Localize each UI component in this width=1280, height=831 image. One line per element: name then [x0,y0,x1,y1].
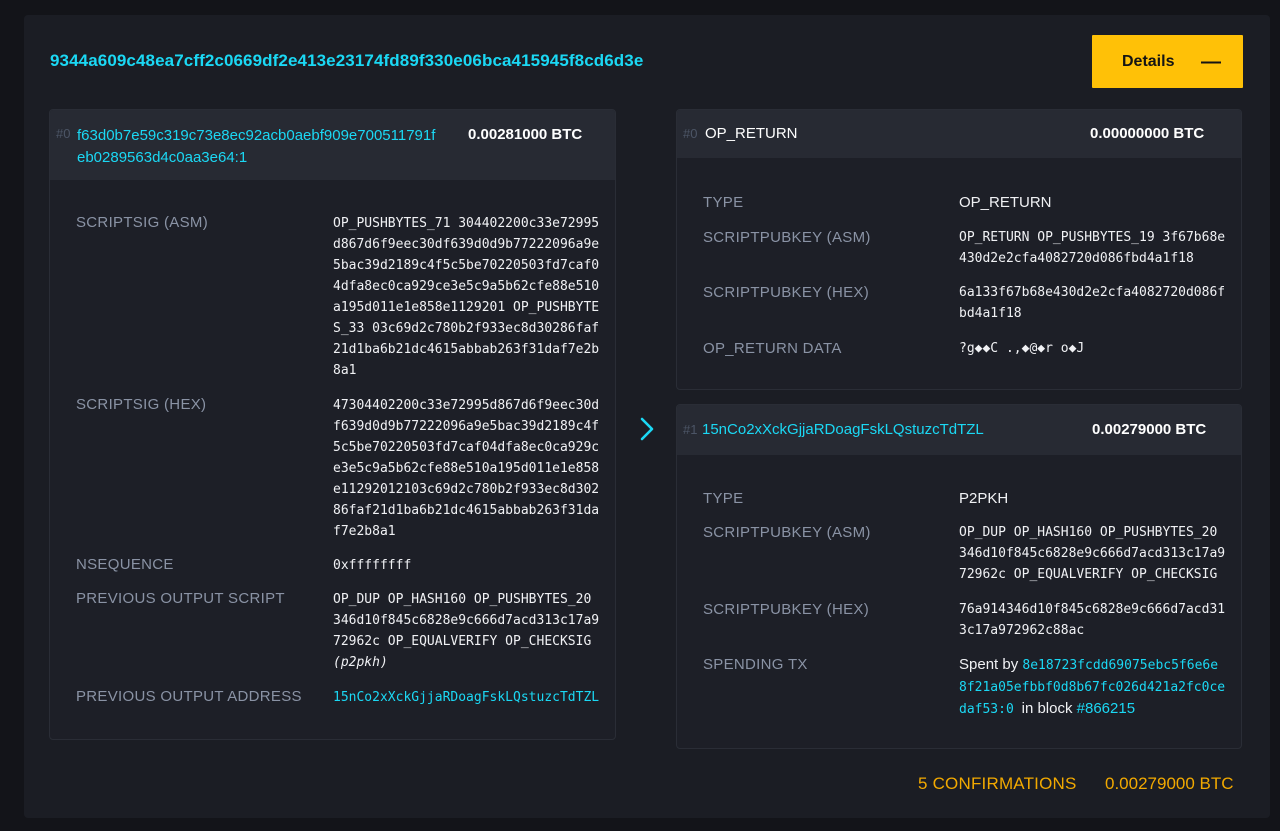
scriptpubkey-hex-value: 76a914346d10f845c6828e9c666d7acd31 3c17a… [959,599,1229,641]
scriptpubkey-asm-value: OP_DUP OP_HASH160 OP_PUSHBYTES_20 346d10… [959,522,1229,585]
code-line: 8a1 [333,363,357,378]
code-line: 6a133f67b68e430d2e2cfa4082720d086f [959,285,1226,300]
spent-by-prefix: Spent by [959,656,1019,673]
code-line: 5c5be70220503fd7caf04dfa8ec0ca929c [333,440,600,455]
output-amount: 0.00000000 BTC [1090,125,1205,142]
total-amount: 0.00279000 BTC [1105,774,1234,793]
input-header: #0 f63d0b7e59c319c73e8ec92acb0aebf909e70… [50,110,615,180]
scriptsig-asm-label: SCRIPTSIG (ASM) [76,214,209,231]
previous-output-address-link[interactable]: 15nCo2xXckGjjaRDoagFskLQstuzcTdTZL [333,687,599,708]
scriptpubkey-asm-label: SCRIPTPUBKEY (ASM) [703,229,871,246]
code-line: 430d2e2cfa4082720d086fbd4a1f18 [959,251,1194,266]
output-index: #1 [683,422,698,437]
code-line: OP_RETURN OP_PUSHBYTES_19 3f67b68e [959,230,1226,245]
minus-icon: — [1201,50,1221,73]
output-amount: 0.00279000 BTC [1092,421,1207,438]
scriptpubkey-hex-label: SCRIPTPUBKEY (HEX) [703,284,869,301]
nsequence-label: NSEQUENCE [76,556,174,573]
previous-output-script-value: OP_DUP OP_HASH160 OP_PUSHBYTES_20 346d10… [333,589,603,673]
details-button-label: Details [1122,52,1175,70]
output-address-link[interactable]: 15nCo2xXckGjjaRDoagFskLQstuzcTdTZL [702,421,984,438]
scriptpubkey-asm-label: SCRIPTPUBKEY (ASM) [703,524,871,541]
scriptpubkey-hex-value: 6a133f67b68e430d2e2cfa4082720d086f bd4a1… [959,282,1229,324]
code-line: OP_DUP OP_HASH160 OP_PUSHBYTES_20 [333,592,592,607]
nsequence-value: 0xffffffff [333,558,412,573]
output-card-p2pkh: #1 15nCo2xXckGjjaRDoagFskLQstuzcTdTZL 0.… [676,404,1242,749]
type-label: TYPE [703,490,744,507]
code-line: 86faf21d1ba6b21dc4615abbab263f31da [333,503,600,518]
scriptsig-hex-label: SCRIPTSIG (HEX) [76,396,207,413]
output-index: #0 [683,126,698,141]
code-line: S_33 03c69d2c780b2f933ec8d30286faf [333,321,600,336]
scriptpubkey-asm-value: OP_RETURN OP_PUSHBYTES_19 3f67b68e 430d2… [959,227,1229,269]
txid-line: 8e18723fcdd69075ebc5f6e6e [1022,658,1219,673]
code-line: 3c17a972962c88ac [959,623,1085,638]
previous-output-script-label: PREVIOUS OUTPUT SCRIPT [76,590,285,607]
details-toggle-button[interactable]: Details — [1092,35,1243,88]
code-line: a195d011e1e858e1129201 OP_PUSHBYTE [333,300,600,315]
output-title: OP_RETURN [705,125,798,142]
code-line: f639d0d9b77222096a9e5bac39d2189c4f [333,419,600,434]
script-type-note: (p2pkh) [333,655,388,670]
output-header: #0 OP_RETURN 0.00000000 BTC [677,110,1241,158]
previous-txid-line: f63d0b7e59c319c73e8ec92acb0aebf909e70051… [77,127,436,144]
code-line: e11292012103c69d2c780b2f933ec8d302 [333,482,600,497]
output-header: #1 15nCo2xXckGjjaRDoagFskLQstuzcTdTZL 0.… [677,405,1241,455]
input-card: #0 f63d0b7e59c319c73e8ec92acb0aebf909e70… [49,109,616,740]
scriptsig-hex-value: 47304402200c33e72995d867d6f9eec30d f639d… [333,395,603,542]
code-line: 72962c OP_EQUALVERIFY OP_CHECKSIG [333,634,592,649]
previous-txid-line: eb0289563d4c0aa3e64:1 [77,149,248,166]
code-line: 21d1ba6b21dc4615abbab263f31daf7e2b [333,342,600,357]
code-line: 346d10f845c6828e9c666d7acd313c17a9 [959,546,1226,561]
txid-line: daf53:0 [959,702,1014,717]
previous-output-address-label: PREVIOUS OUTPUT ADDRESS [76,688,302,705]
txid-line: 8f21a05efbbf0d8b67fc026d421a2fc0ce [959,680,1226,695]
code-line: f7e2b8a1 [333,524,396,539]
spending-tx-value: Spent by 8e18723fcdd69075ebc5f6e6e 8f21a… [959,654,1234,720]
chevron-right-icon[interactable] [636,415,658,443]
block-height-link[interactable]: #866215 [1077,700,1135,717]
op-return-data-value: ?g◆◆C .,◆@◆r o◆J [959,341,1085,356]
type-value: OP_RETURN [959,194,1052,211]
previous-txid-link[interactable]: f63d0b7e59c319c73e8ec92acb0aebf909e70051… [77,125,435,169]
code-line: e3e5c9a5b62cfe88e510a195d011e1e858 [333,461,600,476]
code-line: 346d10f845c6828e9c666d7acd313c17a9 [333,613,600,628]
spending-tx-label: SPENDING TX [703,656,808,673]
code-line: 47304402200c33e72995d867d6f9eec30d [333,398,600,413]
output-card-op-return: #0 OP_RETURN 0.00000000 BTC TYPE OP_RETU… [676,109,1242,390]
code-line: 76a914346d10f845c6828e9c666d7acd31 [959,602,1226,617]
code-line: 4dfa8ec0ca929ce3e5c9a5b62cfe88e510 [333,279,600,294]
code-line: 5bac39d2189c4f5c5be70220503fd7caf0 [333,258,600,273]
op-return-data-label: OP_RETURN DATA [703,340,842,357]
code-line: 72962c OP_EQUALVERIFY OP_CHECKSIG [959,567,1218,582]
scriptpubkey-hex-label: SCRIPTPUBKEY (HEX) [703,601,869,618]
transaction-id-link[interactable]: 9344a609c48ea7cff2c0669df2e413e23174fd89… [50,51,643,71]
code-line: OP_PUSHBYTES_71 304402200c33e72995 [333,216,600,231]
scriptsig-asm-value: OP_PUSHBYTES_71 304402200c33e72995 d867d… [333,213,603,381]
type-value: P2PKH [959,490,1009,507]
input-amount: 0.00281000 BTC [468,126,583,143]
confirmations-badge: 5 CONFIRMATIONS [918,774,1077,793]
code-line: bd4a1f18 [959,306,1022,321]
code-line: d867d6f9eec30df639d0d9b77222096a9e [333,237,600,252]
in-block-text: in block [1021,700,1073,717]
type-label: TYPE [703,194,744,211]
input-index: #0 [56,126,71,141]
code-line: OP_DUP OP_HASH160 OP_PUSHBYTES_20 [959,525,1218,540]
